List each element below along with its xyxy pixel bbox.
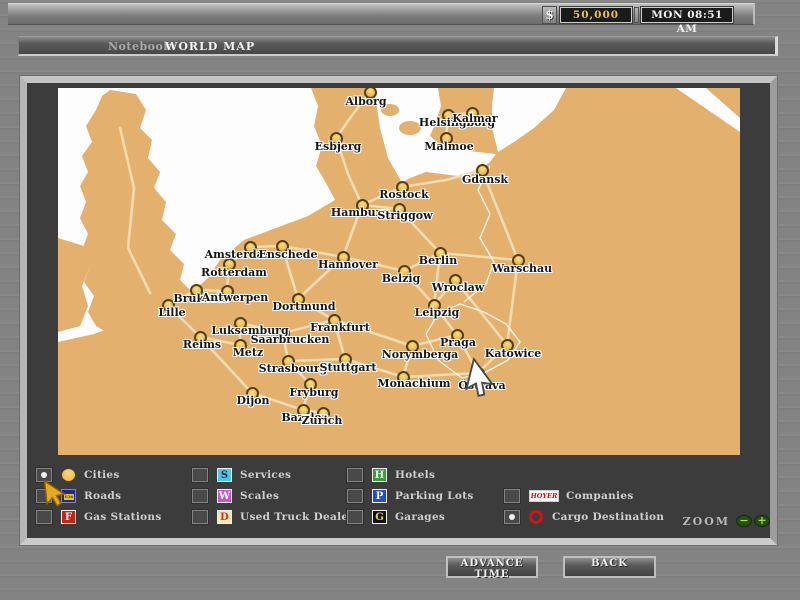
advance-time-button[interactable]: ADVANCE TIME [446, 556, 538, 578]
city-label-fryburg[interactable]: Fryburg [290, 386, 339, 399]
legend-label: Gas Stations [84, 511, 162, 523]
legend-label: Cargo Destination [552, 511, 664, 523]
legend-label: Services [240, 469, 291, 481]
city-label-rotterdam[interactable]: Rotterdam [201, 266, 267, 279]
used-truck-dealers-icon: D [217, 510, 232, 524]
money-display: 50,000 [560, 7, 632, 23]
city-label-reims[interactable]: Reims [183, 338, 221, 351]
scales-icon: W [217, 489, 232, 503]
city-label-saarbrucken[interactable]: Saarbrucken [251, 333, 330, 346]
legend-label: Scales [240, 490, 279, 502]
city-label-enschede[interactable]: Enschede [259, 248, 318, 261]
city-label-metz[interactable]: Metz [233, 346, 264, 359]
garages-checkbox[interactable] [347, 510, 363, 524]
world-map-panel: AlborgHelsingborgKalmarEsbjergMalmoeGdan… [20, 76, 777, 545]
hotels-icon: H [372, 468, 387, 482]
city-label-malmoe[interactable]: Malmoe [424, 140, 473, 153]
zoom-out-button[interactable]: − [736, 515, 752, 527]
city-label-norymberga[interactable]: Norymberga [382, 348, 459, 361]
city-label-leipzig[interactable]: Leipzig [415, 306, 460, 319]
city-label-hannover[interactable]: Hannover [318, 258, 378, 271]
companies-icon: HOYER [529, 490, 559, 502]
zoom-in-button[interactable]: + [754, 515, 770, 527]
city-label-zurich[interactable]: Zurich [302, 414, 343, 427]
parking-lots-icon: P [372, 489, 387, 503]
notebook-header: Notebook: WORLD MAP [18, 36, 778, 56]
city-label-gdansk[interactable]: Gdansk [462, 173, 508, 186]
legend-label: Used Truck Dealers [240, 511, 360, 523]
checkbox-dot [41, 472, 47, 478]
legend-label: Companies [566, 490, 634, 502]
city-label-belzig[interactable]: Belzig [382, 272, 421, 285]
gas-stations-checkbox[interactable] [36, 510, 52, 524]
city-label-warschau[interactable]: Warschau [492, 262, 552, 275]
used-truck-dealers-checkbox[interactable] [192, 510, 208, 524]
city-label-striggow[interactable]: Striggow [377, 209, 432, 222]
cargo-destination-icon [529, 510, 543, 524]
parking-lots-checkbox[interactable] [347, 489, 363, 503]
hotels-checkbox[interactable] [347, 468, 363, 482]
city-label-stuttgart[interactable]: Stuttgart [320, 361, 377, 374]
dollar-icon: $ [542, 6, 557, 24]
legend-label: Roads [84, 490, 121, 502]
highlight-cursor-icon [41, 478, 68, 510]
top-status-bar: $ 50,000 MON 08:51 AM [8, 3, 755, 25]
back-button[interactable]: BACK [563, 556, 656, 578]
services-icon: S [217, 468, 232, 482]
city-label-rostock[interactable]: Rostock [379, 188, 428, 201]
city-label-esbjerg[interactable]: Esbjerg [315, 140, 362, 153]
city-label-katowice[interactable]: Katowice [485, 347, 541, 360]
cargo-destination-checkbox[interactable] [504, 510, 520, 524]
page-title: WORLD MAP [165, 40, 255, 53]
city-label-wroclaw[interactable]: Wroclaw [432, 281, 484, 294]
city-label-alborg[interactable]: Alborg [345, 95, 386, 108]
services-checkbox[interactable] [192, 468, 208, 482]
world-map[interactable]: AlborgHelsingborgKalmarEsbjergMalmoeGdan… [58, 88, 740, 455]
city-label-kalmar[interactable]: Kalmar [452, 112, 497, 125]
city-label-berlin[interactable]: Berlin [419, 254, 457, 267]
city-label-monachium[interactable]: Monachium [377, 377, 450, 390]
zoom-label: ZOOM [657, 515, 730, 528]
datetime-display: MON 08:51 AM [641, 7, 733, 23]
city-label-lille[interactable]: Lille [158, 306, 185, 319]
city-label-antwerpen[interactable]: Antwerpen [202, 291, 269, 304]
gas-stations-icon: F [61, 510, 76, 524]
city-label-dortmund[interactable]: Dortmund [272, 300, 335, 313]
legend-label: Hotels [395, 469, 435, 481]
city-label-strasbourg[interactable]: Strasbourg [259, 362, 328, 375]
checkbox-dot [509, 514, 515, 520]
topbar-divider [634, 7, 639, 23]
legend-label: Garages [395, 511, 445, 523]
city-label-dijon[interactable]: Dijon [236, 394, 269, 407]
companies-checkbox[interactable] [504, 489, 520, 503]
island [399, 121, 421, 135]
scales-checkbox[interactable] [192, 489, 208, 503]
garages-icon: G [372, 510, 387, 524]
legend-label: Parking Lots [395, 490, 474, 502]
legend-label: Cities [84, 469, 120, 481]
